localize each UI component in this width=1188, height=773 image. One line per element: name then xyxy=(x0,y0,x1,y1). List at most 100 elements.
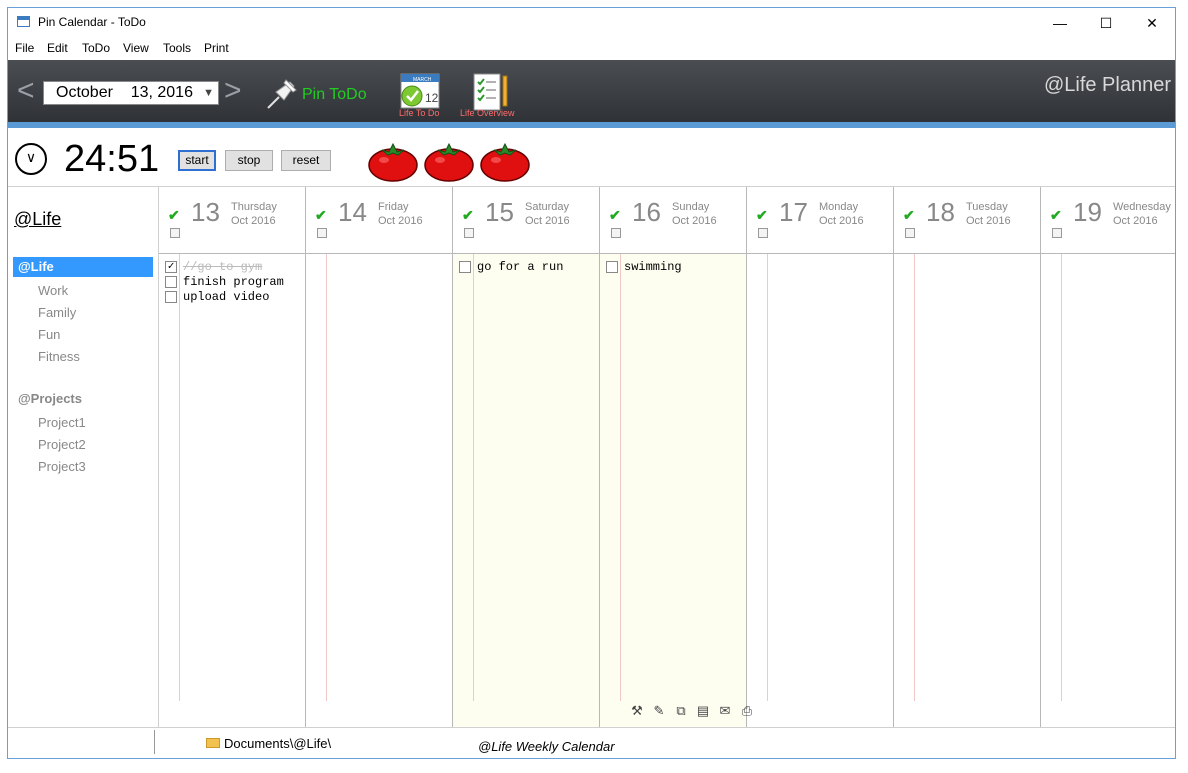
maximize-button[interactable]: ☐ xyxy=(1083,8,1129,38)
day-task-area[interactable] xyxy=(747,254,893,727)
day-checkbox[interactable] xyxy=(1052,228,1062,238)
sidebar-item-family[interactable]: Family xyxy=(13,303,153,323)
copy-icon[interactable]: ⧉ xyxy=(670,703,692,719)
task-checkbox[interactable] xyxy=(606,261,618,273)
paste-icon[interactable]: ▤ xyxy=(692,703,714,719)
day-month: Oct 2016 xyxy=(525,215,570,227)
menu-print[interactable]: Print xyxy=(204,41,229,55)
date-picker[interactable]: October 13, 2016 ▼ xyxy=(43,81,219,105)
task-checkbox[interactable] xyxy=(459,261,471,273)
minimize-button[interactable]: — xyxy=(1037,8,1083,38)
day-task-area[interactable] xyxy=(894,254,1040,727)
day-name: Saturday xyxy=(525,201,570,213)
task-checkbox[interactable]: ✓ xyxy=(165,261,177,273)
day-column: ✔ 19 Wednesday Oct 2016 xyxy=(1041,187,1175,727)
task-text[interactable]: upload video xyxy=(183,290,269,304)
day-task-area[interactable] xyxy=(306,254,452,727)
day-name: Friday xyxy=(378,201,409,213)
day-column: ✔ 15 Saturday Oct 2016 go for a run xyxy=(453,187,600,727)
status-separator xyxy=(154,730,155,754)
menu-bar: File Edit ToDo View Tools Print xyxy=(8,38,1175,60)
sidebar-item-life[interactable]: @Life xyxy=(13,257,153,277)
margin-line xyxy=(1061,254,1062,701)
task-text[interactable]: finish program xyxy=(183,275,284,289)
menu-edit[interactable]: Edit xyxy=(47,41,68,55)
day-header: ✔ 18 Tuesday Oct 2016 xyxy=(894,187,1040,254)
next-date-button[interactable]: > xyxy=(224,76,242,106)
status-label: @Life Weekly Calendar xyxy=(478,739,615,754)
day-name: Thursday xyxy=(231,201,277,213)
day-column: ✔ 17 Monday Oct 2016 xyxy=(747,187,894,727)
day-month: Oct 2016 xyxy=(378,215,423,227)
day-task-area[interactable]: swimming ⚒ ✎ ⧉ ▤ ✉ ⎙ xyxy=(600,254,752,727)
sidebar: @Life @Life Work Family Fun Fitness @Projects… xyxy=(8,187,158,727)
app-icon xyxy=(17,16,30,27)
sidebar-item-fun[interactable]: Fun xyxy=(13,325,153,345)
pomodoro-timer: ∨ 24:51 start stop reset xyxy=(8,128,1175,187)
day-checkbox[interactable] xyxy=(317,228,327,238)
day-task-area[interactable] xyxy=(1041,254,1175,727)
toolbar: < October 13, 2016 ▼ > Pin ToDo MARCH 12… xyxy=(8,60,1175,122)
chevron-down-icon[interactable]: ▼ xyxy=(203,82,214,104)
sidebar-item-projects[interactable]: @Projects xyxy=(13,389,153,409)
day-task-area[interactable]: go for a run xyxy=(453,254,599,727)
life-todo-label[interactable]: Life To Do xyxy=(399,108,439,118)
day-checkbox[interactable] xyxy=(611,228,621,238)
menu-view[interactable]: View xyxy=(123,41,149,55)
day-header: ✔ 13 Thursday Oct 2016 xyxy=(159,187,305,254)
day-checkbox[interactable] xyxy=(758,228,768,238)
sidebar-item-fitness[interactable]: Fitness xyxy=(13,347,153,367)
tools-icon[interactable]: ⚒ xyxy=(626,703,648,719)
stop-button[interactable]: stop xyxy=(225,150,273,171)
day-number: 16 xyxy=(632,197,661,227)
check-icon: ✔ xyxy=(1050,207,1062,223)
margin-line xyxy=(179,254,180,701)
task-text[interactable]: go for a run xyxy=(477,260,563,274)
task-checkbox[interactable] xyxy=(165,291,177,303)
check-icon: ✔ xyxy=(168,207,180,223)
day-number: 19 xyxy=(1073,197,1102,227)
pin-todo-label[interactable]: Pin ToDo xyxy=(302,86,367,104)
day-header: ✔ 16 Sunday Oct 2016 xyxy=(600,187,746,254)
menu-tools[interactable]: Tools xyxy=(163,41,191,55)
folder-icon xyxy=(206,738,220,748)
app-window: Pin Calendar - ToDo — ☐ ✕ File Edit ToDo… xyxy=(7,7,1176,759)
status-path: Documents\@Life\ xyxy=(224,736,332,751)
sidebar-title[interactable]: @Life xyxy=(14,209,61,230)
day-checkbox[interactable] xyxy=(464,228,474,238)
tomato-icon xyxy=(480,142,530,182)
weekly-calendar: ✔ 13 Thursday Oct 2016 ✓ //go to gym finish pr… xyxy=(158,187,1175,727)
prev-date-button[interactable]: < xyxy=(17,76,35,106)
close-button[interactable]: ✕ xyxy=(1129,8,1175,38)
task-text[interactable]: swimming xyxy=(624,260,682,274)
reset-button[interactable]: reset xyxy=(281,150,331,171)
sidebar-item-project2[interactable]: Project2 xyxy=(13,435,153,455)
sidebar-item-work[interactable]: Work xyxy=(13,281,153,301)
day-checkbox[interactable] xyxy=(905,228,915,238)
day-header: ✔ 17 Monday Oct 2016 xyxy=(747,187,893,254)
menu-todo[interactable]: ToDo xyxy=(82,41,110,55)
mail-icon[interactable]: ✉ xyxy=(714,703,736,719)
sidebar-item-project3[interactable]: Project3 xyxy=(13,457,153,477)
menu-file[interactable]: File xyxy=(15,41,34,55)
task-text[interactable]: //go to gym xyxy=(183,260,262,274)
date-value: October 13, 2016 xyxy=(56,84,193,101)
check-icon: ✔ xyxy=(315,207,327,223)
sidebar-item-project1[interactable]: Project1 xyxy=(13,413,153,433)
margin-line xyxy=(914,254,915,701)
day-column: ✔ 16 Sunday Oct 2016 swimming ⚒ ✎ ⧉ ▤ ✉ ⎙ xyxy=(600,187,752,727)
start-button[interactable]: start xyxy=(178,150,216,171)
title-bar: Pin Calendar - ToDo — ☐ ✕ xyxy=(8,8,1175,38)
calendar-icon-month: MARCH xyxy=(413,77,432,83)
timer-value: 24:51 xyxy=(64,138,160,180)
day-checkbox[interactable] xyxy=(170,228,180,238)
check-note-icon[interactable]: ✎ xyxy=(648,703,670,719)
check-icon: ✔ xyxy=(609,207,621,223)
day-column: ✔ 14 Friday Oct 2016 xyxy=(306,187,453,727)
life-overview-label[interactable]: Life Overview xyxy=(460,108,515,118)
collapse-circle-icon[interactable]: ∨ xyxy=(15,143,47,175)
day-header: ✔ 15 Saturday Oct 2016 xyxy=(453,187,599,254)
task-checkbox[interactable] xyxy=(165,276,177,288)
pushpin-icon[interactable] xyxy=(264,76,300,112)
day-task-area[interactable]: ✓ //go to gym finish program upload video xyxy=(159,254,305,727)
